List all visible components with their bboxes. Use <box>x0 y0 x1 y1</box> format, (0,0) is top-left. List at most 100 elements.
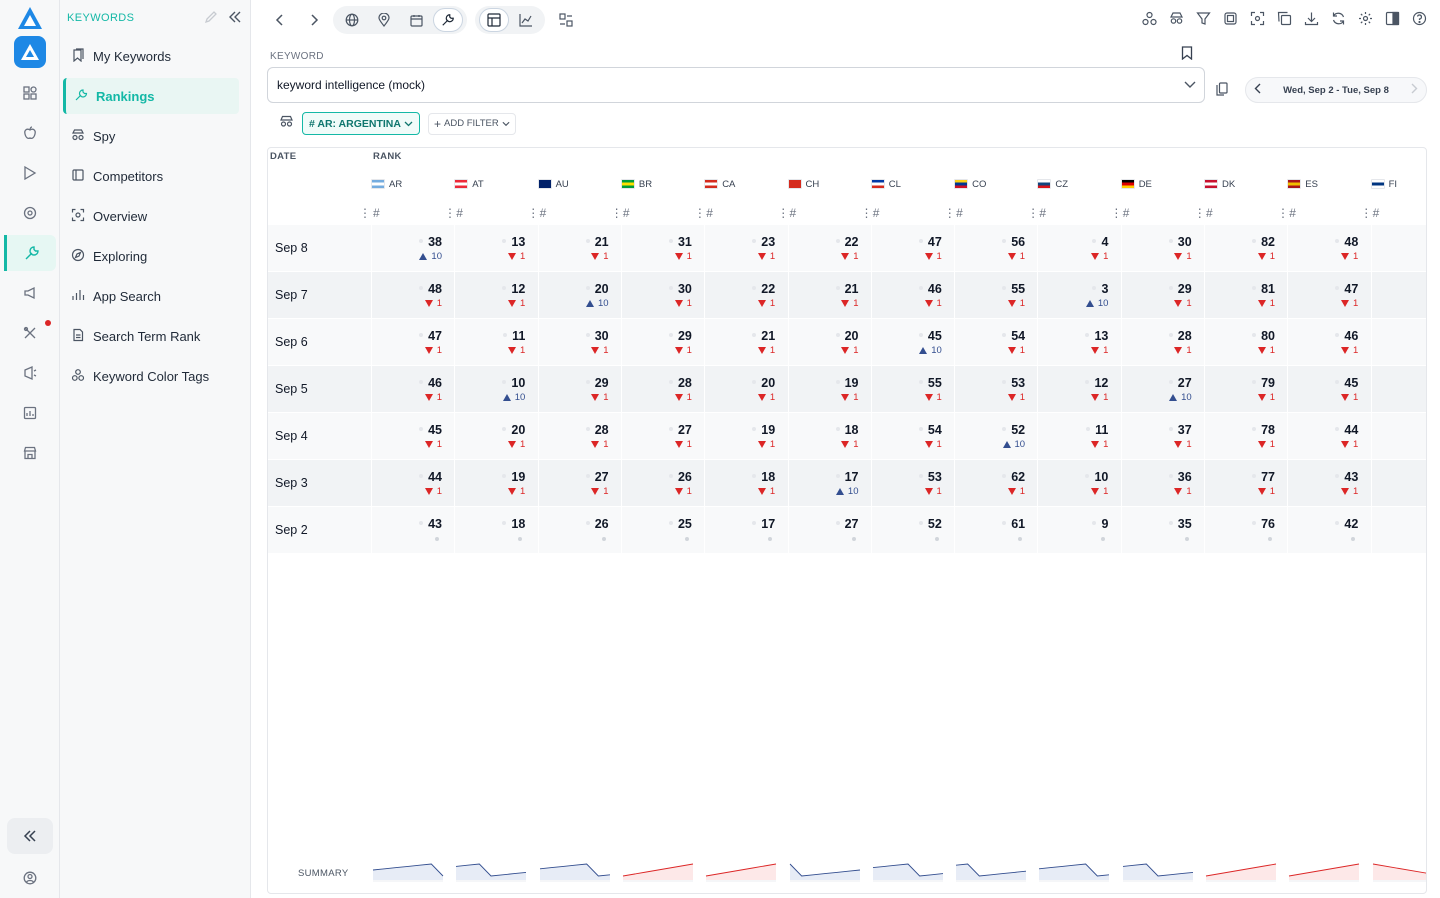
wrench-button[interactable] <box>433 8 463 32</box>
rank-cell[interactable]: 29 1 <box>1120 272 1204 319</box>
rank-cell[interactable]: 13 1 <box>454 225 537 272</box>
rank-cell[interactable]: 30 1 <box>620 272 704 319</box>
table-view-button[interactable] <box>479 8 509 32</box>
rank-cell[interactable]: 47 1 <box>1287 272 1370 319</box>
compare-button[interactable] <box>551 8 581 32</box>
rank-cell[interactable]: 19 1 <box>787 366 871 413</box>
store-icon[interactable] <box>18 441 42 465</box>
country-header-fi[interactable]: FI <box>1370 177 1397 191</box>
rank-cell[interactable]: 20 1 <box>704 366 787 413</box>
column-menu-icon[interactable]: ⋮ <box>359 206 371 220</box>
country-header-au[interactable]: AU <box>537 177 569 191</box>
rank-cell[interactable]: 30 1 <box>1120 225 1204 272</box>
rank-cell[interactable]: 52 10 <box>954 413 1037 460</box>
table-row[interactable]: Sep 2 43 18 26 25 17 27 52 61 9 35 76 42 <box>268 506 1426 554</box>
megaphone-icon[interactable] <box>18 281 42 305</box>
account-icon[interactable] <box>18 866 42 890</box>
rank-cell[interactable]: 76 <box>1204 507 1287 554</box>
column-menu-icon[interactable]: ⋮ <box>527 206 539 220</box>
rank-cell[interactable]: 81 1 <box>1204 272 1287 319</box>
rank-cell[interactable]: 9 <box>1037 507 1120 554</box>
copy-keyword-icon[interactable] <box>1216 82 1228 101</box>
rank-cell[interactable]: 27 1 <box>620 413 704 460</box>
table-row[interactable]: Sep 6 47 1 11 1 30 1 29 1 21 1 20 1 45 10 54 1 13 1 28 1 80 1 4… <box>268 318 1426 366</box>
rank-cell[interactable]: 82 1 <box>1204 225 1287 272</box>
country-header-ch[interactable]: CH <box>787 177 819 191</box>
rank-cell[interactable]: 43 <box>371 507 454 554</box>
table-row[interactable]: Sep 3 44 1 19 1 27 1 26 1 18 1 17 10 53 1 62 1 10 1 36 1 77 1 4… <box>268 459 1426 507</box>
keywords-wrench-icon[interactable] <box>4 235 56 271</box>
rank-cell[interactable]: 23 1 <box>704 225 787 272</box>
rank-cell[interactable]: 42 <box>1287 507 1370 554</box>
collapse-sidebar-icon[interactable] <box>228 10 242 29</box>
country-header-dk[interactable]: DK <box>1204 177 1235 191</box>
rank-cell[interactable]: 26 <box>537 507 621 554</box>
apple-icon[interactable] <box>18 121 42 145</box>
rank-cell[interactable]: 79 1 <box>1204 366 1287 413</box>
rank-cell[interactable]: 44 1 <box>371 460 454 507</box>
layers-icon[interactable] <box>1222 10 1239 27</box>
rank-cell[interactable]: 20 1 <box>454 413 537 460</box>
rank-cell[interactable]: 10 10 <box>454 366 537 413</box>
next-range-icon[interactable] <box>1410 83 1418 97</box>
country-header-es[interactable]: ES <box>1287 177 1318 191</box>
rank-cell[interactable]: 62 1 <box>954 460 1037 507</box>
country-header-cl[interactable]: CL <box>870 177 901 191</box>
refresh-icon[interactable] <box>1330 10 1347 27</box>
country-header-ar[interactable]: AR <box>371 177 402 191</box>
rank-cell[interactable]: 61 <box>954 507 1037 554</box>
table-row[interactable]: Sep 4 45 1 20 1 28 1 27 1 19 1 18 1 54 1 52 10 11 1 37 1 78 1 4… <box>268 412 1426 460</box>
chart-view-button[interactable] <box>511 8 541 32</box>
share-icon[interactable] <box>1141 10 1158 27</box>
location-button[interactable] <box>369 8 399 32</box>
reports-icon[interactable] <box>18 401 42 425</box>
rank-cell[interactable]: 80 1 <box>1204 319 1287 366</box>
add-filter-button[interactable]: + ADD FILTER <box>427 112 516 135</box>
column-menu-icon[interactable]: ⋮ <box>1360 206 1372 220</box>
back-button[interactable] <box>265 8 295 32</box>
rank-cell[interactable]: 21 1 <box>537 225 621 272</box>
brand-logo-icon[interactable] <box>17 6 43 30</box>
country-header-ca[interactable]: CA <box>704 177 735 191</box>
filter-settings-icon[interactable] <box>279 115 294 133</box>
rank-cell[interactable]: 28 1 <box>537 413 621 460</box>
rank-cell[interactable]: 26 1 <box>620 460 704 507</box>
rank-cell[interactable]: 30 1 <box>537 319 621 366</box>
table-row[interactable]: Sep 8 38 10 13 1 21 1 31 1 23 1 22 1 47 1 56 1 4 1 30 1 82 1 48… <box>268 224 1426 272</box>
calendar-button[interactable] <box>401 8 431 32</box>
column-menu-icon[interactable]: ⋮ <box>1027 206 1039 220</box>
column-menu-icon[interactable]: ⋮ <box>861 206 873 220</box>
rank-cell[interactable]: 47 1 <box>371 319 454 366</box>
download-icon[interactable] <box>1303 10 1320 27</box>
rank-cell[interactable]: 53 1 <box>870 460 954 507</box>
column-menu-icon[interactable]: ⋮ <box>1277 206 1289 220</box>
rank-cell[interactable]: 55 1 <box>870 366 954 413</box>
sidebar-item-rankings[interactable]: Rankings <box>63 78 239 114</box>
table-row[interactable]: Sep 5 46 1 10 10 29 1 28 1 20 1 19 1 55 1 53 1 12 1 27 10 79 1… <box>268 365 1426 413</box>
sidebar-item-spy[interactable]: Spy <box>63 118 239 154</box>
rank-cell[interactable]: 10 1 <box>1037 460 1120 507</box>
sidebar-item-competitors[interactable]: Competitors <box>63 158 239 194</box>
rank-cell[interactable]: 13 1 <box>1037 319 1120 366</box>
column-menu-icon[interactable]: ⋮ <box>777 206 789 220</box>
dashboard-icon[interactable] <box>18 81 42 105</box>
sidebar-item-app-search[interactable]: App Search <box>63 278 239 314</box>
column-menu-icon[interactable]: ⋮ <box>611 206 623 220</box>
rank-cell[interactable]: 12 1 <box>454 272 537 319</box>
rank-cell[interactable]: 20 10 <box>537 272 621 319</box>
table-row[interactable]: Sep 7 48 1 12 1 20 10 30 1 22 1 21 1 46 1 55 1 3 10 29 1 81 1 4… <box>268 271 1426 319</box>
rank-cell[interactable]: 78 1 <box>1204 413 1287 460</box>
rank-cell[interactable]: 56 1 <box>954 225 1037 272</box>
forward-button[interactable] <box>299 8 329 32</box>
rank-cell[interactable]: 21 1 <box>787 272 871 319</box>
rank-cell[interactable]: 22 1 <box>787 225 871 272</box>
sidebar-item-exploring[interactable]: Exploring <box>63 238 239 274</box>
rank-cell[interactable]: 28 1 <box>620 366 704 413</box>
rank-cell[interactable]: 37 1 <box>1120 413 1204 460</box>
rank-cell[interactable]: 35 <box>1120 507 1204 554</box>
help-icon[interactable] <box>1411 10 1428 27</box>
rank-cell[interactable]: 48 1 <box>371 272 454 319</box>
rank-cell[interactable]: 17 10 <box>787 460 871 507</box>
country-header-at[interactable]: AT <box>454 177 484 191</box>
rank-cell[interactable]: 27 <box>787 507 871 554</box>
